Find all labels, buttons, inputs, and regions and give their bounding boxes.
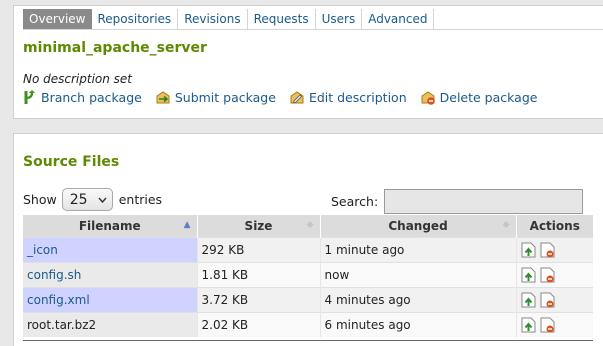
column-header-label: Filename [78,218,141,233]
sort-both-icon: ◆ [502,220,510,230]
branch-icon [24,90,35,104]
size-cell: 2.02 KB [196,311,320,337]
changed-cell: 4 minutes ago [319,286,516,312]
changed-cell: now [319,261,516,287]
changed-cell: 1 minute ago [319,236,516,262]
search-control: Search: [331,189,584,214]
table-row: root.tar.bz2 2.02 KB 6 minutes ago [23,311,593,337]
download-file-icon[interactable] [521,267,536,283]
column-header-size[interactable]: Size ◆ [197,215,321,237]
entries-label: entries [118,192,163,207]
delete-file-icon[interactable] [540,242,555,258]
package-title: minimal_apache_server [23,40,207,56]
size-cell: 292 KB [196,236,320,262]
actions-cell [515,261,593,287]
branch-package-link[interactable]: Branch package [23,90,142,105]
table-header-row: Filename ▲ Size ◆ Changed ◆ Actions [23,215,593,237]
sort-ascending-icon: ▲ [183,220,191,230]
column-header-label: Size [244,218,273,233]
edit-description-link[interactable]: Edit description [289,90,407,105]
source-files-title: Source Files [23,154,120,170]
tab-overview[interactable]: Overview [23,9,92,29]
tab-repositories[interactable]: Repositories [91,9,179,29]
file-link[interactable]: config.sh [27,268,81,282]
delete-package-link[interactable]: Delete package [420,90,538,105]
filename-cell: config.sh [23,261,197,287]
download-file-icon[interactable] [521,292,536,308]
delete-file-icon[interactable] [540,267,555,283]
source-files-table: Filename ▲ Size ◆ Changed ◆ Actions _icon 2… [23,215,593,337]
tab-users[interactable]: Users [315,9,363,29]
search-label: Search: [331,194,379,209]
delete-file-icon[interactable] [540,292,555,308]
submit-package-link[interactable]: Submit package [155,90,276,105]
changed-cell: 6 minutes ago [319,311,516,337]
delete-file-icon[interactable] [540,317,555,333]
submit-package-label: Submit package [174,90,276,105]
table-row: config.sh 1.81 KB now [23,261,593,287]
package-description: No description set [23,72,133,86]
file-name: root.tar.bz2 [27,317,97,332]
download-file-icon[interactable] [521,242,536,258]
edit-description-label: Edit description [308,90,407,105]
column-header-actions: Actions [516,215,593,237]
package-overview-panel: Overview Repositories Revisions Requests… [13,5,603,119]
file-link[interactable]: config.xml [27,293,90,307]
size-cell: 1.81 KB [196,261,320,287]
size-cell: 3.72 KB [196,286,320,312]
column-header-label: Changed [388,218,448,233]
actions-cell [515,286,593,312]
column-header-filename[interactable]: Filename ▲ [23,215,198,237]
actions-cell [515,311,593,337]
tab-requests[interactable]: Requests [247,9,316,29]
tab-advanced[interactable]: Advanced [362,9,435,29]
delete-package-label: Delete package [439,90,538,105]
filename-cell: config.xml [23,286,197,312]
delete-icon [421,91,435,105]
package-actions: Branch package Submit package Edit descr… [23,90,550,105]
filename-cell: root.tar.bz2 [23,311,197,337]
page-length-value: 25 [69,191,88,208]
branch-package-label: Branch package [41,90,142,105]
chevron-down-icon [98,197,107,203]
file-link[interactable]: _icon [27,243,58,257]
column-header-label: Actions [529,218,580,233]
source-files-panel: Source Files Show 25 entries Search: Fil… [13,133,603,346]
table-bottom-border [23,340,593,341]
table-row: _icon 292 KB 1 minute ago [23,236,593,262]
actions-cell [515,236,593,262]
download-file-icon[interactable] [521,317,536,333]
page-length-select[interactable]: 25 [61,188,113,211]
filename-cell: _icon [23,236,197,262]
page-length-control: Show 25 entries [23,188,162,211]
edit-icon [290,91,304,104]
sort-both-icon: ◆ [306,220,314,230]
search-input[interactable] [384,189,584,214]
show-label: Show [23,192,57,207]
table-row: config.xml 3.72 KB 4 minutes ago [23,286,593,312]
tab-revisions[interactable]: Revisions [178,9,248,29]
package-tabs: Overview Repositories Revisions Requests… [23,9,603,30]
submit-icon [156,91,170,104]
column-header-changed[interactable]: Changed ◆ [320,215,517,237]
